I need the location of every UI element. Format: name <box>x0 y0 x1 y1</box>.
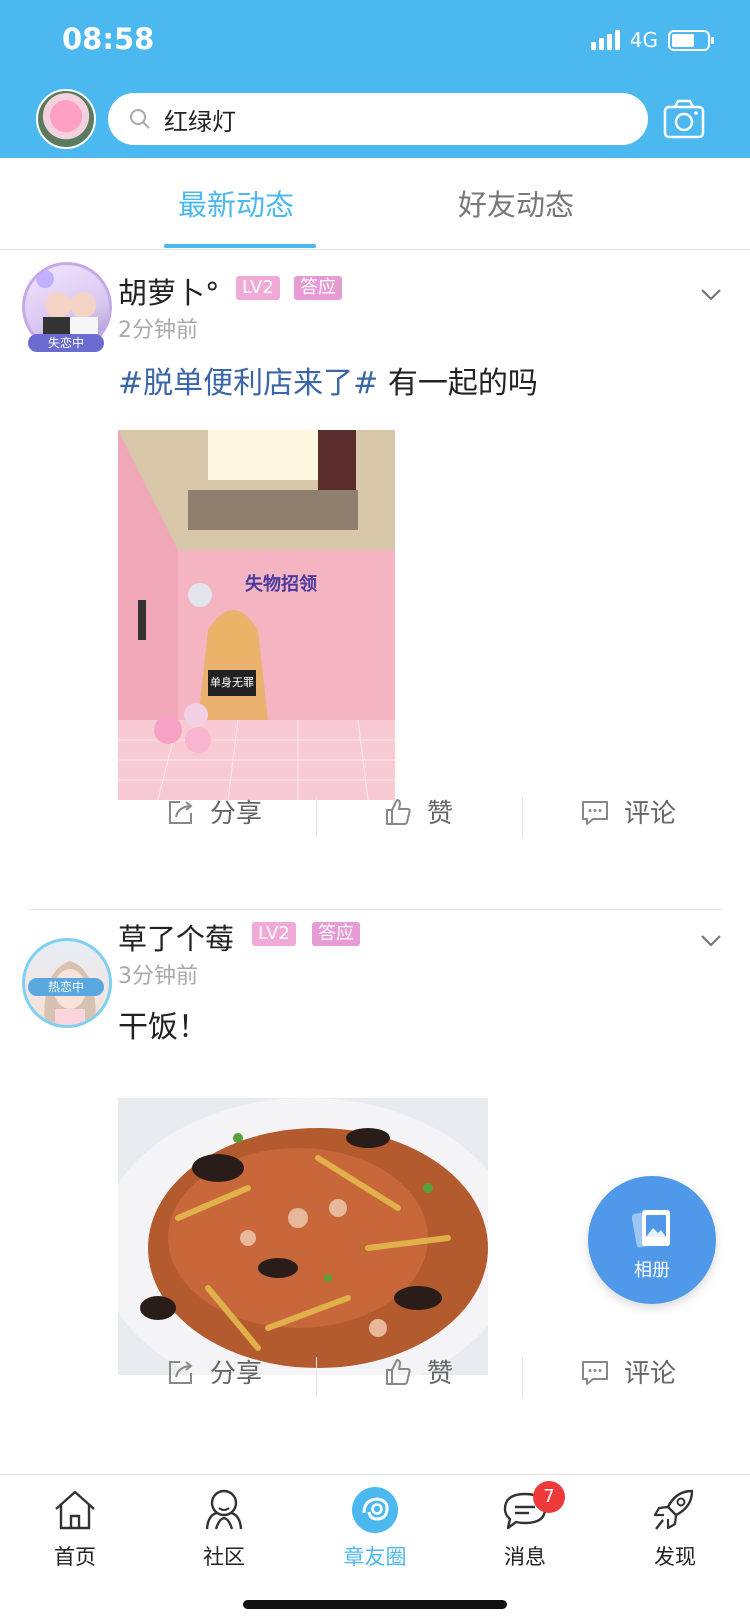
thumbs-up-icon <box>386 798 411 825</box>
nav-home-label: 首页 <box>54 1545 96 1569</box>
circle-icon <box>352 1487 398 1533</box>
like-button[interactable]: 赞 <box>383 1353 453 1390</box>
post-card: 失恋中 胡萝卜° LV2 答应 2分钟前 #脱单便利店来了# 有一起的吗 失物招… <box>0 250 750 910</box>
unread-badge: 7 <box>533 1481 565 1513</box>
feed-tabs: 最新动态 好友动态 <box>0 158 750 250</box>
share-button[interactable]: 分享 <box>166 793 262 830</box>
share-button[interactable]: 分享 <box>166 1353 262 1390</box>
comment-label: 评论 <box>624 1359 677 1389</box>
comment-icon <box>582 1360 608 1385</box>
signal-icon <box>590 30 620 50</box>
tab-latest[interactable]: 最新动态 <box>178 182 294 224</box>
like-label: 赞 <box>427 1359 454 1389</box>
comment-label: 评论 <box>624 799 677 829</box>
home-icon <box>55 1490 95 1530</box>
nav-discover-label: 发现 <box>654 1545 696 1569</box>
status-time: 08:58 <box>62 22 155 56</box>
divider <box>316 1357 317 1397</box>
post-actions: 分享 赞 评论 <box>0 793 750 843</box>
level-badge: LV2 <box>236 276 280 300</box>
divider <box>522 797 523 837</box>
post-photo[interactable]: 失物招领 单身无罪 <box>118 430 395 800</box>
divider <box>316 797 317 837</box>
post-photo[interactable] <box>118 1098 488 1375</box>
nav-circle[interactable]: 章友圈 <box>325 1485 425 1571</box>
album-label: 相册 <box>634 1260 670 1281</box>
nav-discover[interactable]: 发现 <box>625 1485 725 1571</box>
avatar-status-tag: 热恋中 <box>28 978 104 996</box>
network-label: 4G <box>629 28 658 52</box>
comment-icon <box>582 800 608 825</box>
share-icon <box>169 1360 193 1384</box>
photo-sign-text: 失物招领 <box>245 574 317 595</box>
post-actions: 分享 赞 评论 <box>0 1353 750 1403</box>
photo-store-scene <box>118 430 395 800</box>
photo-food <box>118 1098 488 1375</box>
share-label: 分享 <box>210 1359 263 1389</box>
comment-button[interactable]: 评论 <box>580 793 676 830</box>
chevron-down-icon[interactable] <box>700 934 722 948</box>
post-body: 干饭！ <box>118 1010 208 1045</box>
community-icon <box>205 1489 243 1530</box>
battery-icon <box>668 29 714 51</box>
post-author-name[interactable]: 胡萝卜° <box>118 270 220 312</box>
nav-home[interactable]: 首页 <box>25 1485 125 1571</box>
level-badge: LV2 <box>252 922 296 946</box>
album-icon <box>632 1210 670 1248</box>
post-hashtag[interactable]: #脱单便利店来了# <box>118 366 378 401</box>
search-value: 红绿灯 <box>164 107 236 136</box>
divider <box>522 1357 523 1397</box>
like-label: 赞 <box>427 799 454 829</box>
header-bar: 08:58 4G 红绿灯 <box>0 0 750 158</box>
nav-community-label: 社区 <box>203 1545 245 1569</box>
tag-badge: 答应 <box>312 922 360 946</box>
search-icon <box>130 109 150 129</box>
comment-button[interactable]: 评论 <box>580 1353 676 1390</box>
share-icon <box>169 800 193 824</box>
post-text: 干饭！ <box>118 1002 208 1046</box>
nav-circle-label: 章友圈 <box>343 1545 407 1569</box>
post-body: 有一起的吗 <box>378 366 538 401</box>
avatar-status-tag: 失恋中 <box>28 334 104 352</box>
photo-overlay-text: 单身无罪 <box>210 676 254 689</box>
thumbs-up-icon <box>386 1358 411 1385</box>
camera-icon[interactable] <box>663 99 705 139</box>
share-label: 分享 <box>210 799 263 829</box>
status-icons: 4G <box>590 28 714 52</box>
tag-badge: 答应 <box>294 276 342 300</box>
post-author-name[interactable]: 草了个莓 <box>118 916 234 958</box>
search-input[interactable]: 红绿灯 <box>108 93 648 145</box>
tab-friends[interactable]: 好友动态 <box>458 182 574 224</box>
nav-messages[interactable]: 消息 7 <box>475 1481 575 1571</box>
post-time: 3分钟前 <box>118 964 198 989</box>
nav-messages-label: 消息 <box>504 1545 546 1569</box>
post-text: #脱单便利店来了# 有一起的吗 <box>118 358 538 402</box>
rocket-icon <box>653 1489 694 1530</box>
album-button[interactable]: 相册 <box>588 1176 716 1304</box>
chevron-down-icon[interactable] <box>700 288 722 302</box>
user-avatar[interactable] <box>36 89 96 149</box>
nav-community[interactable]: 社区 <box>174 1485 274 1571</box>
home-indicator <box>243 1600 507 1609</box>
like-button[interactable]: 赞 <box>383 793 453 830</box>
post-time: 2分钟前 <box>118 318 198 343</box>
active-tab-indicator <box>164 244 316 248</box>
